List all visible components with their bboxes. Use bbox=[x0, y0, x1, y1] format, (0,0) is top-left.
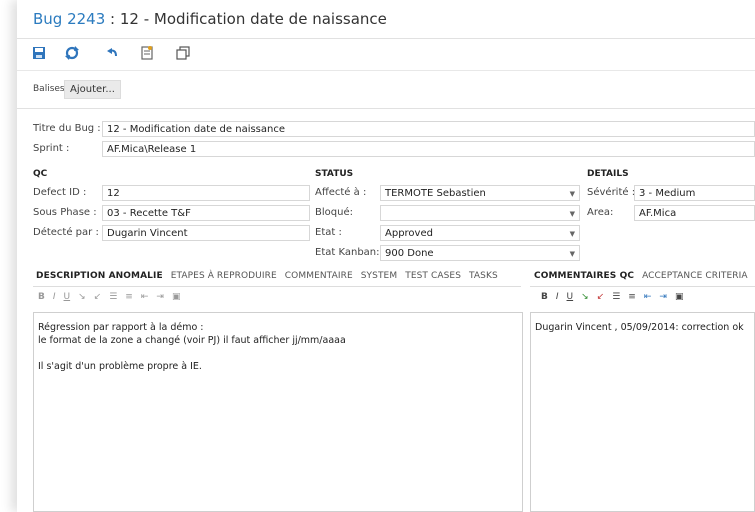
blocked-label: Bloqué: bbox=[315, 207, 353, 218]
state-select[interactable]: Approved ▼ bbox=[380, 225, 580, 241]
indent-icon[interactable]: ⇥ bbox=[156, 292, 164, 302]
save-icon[interactable] bbox=[31, 45, 47, 61]
numbered-list-icon[interactable]: ≡ bbox=[125, 292, 133, 302]
detected-by-label: Détecté par : bbox=[33, 227, 99, 238]
font-color-icon[interactable]: ↙ bbox=[597, 292, 605, 302]
title-separator: : bbox=[105, 10, 120, 28]
assigned-to-label: Affecté à : bbox=[315, 187, 367, 198]
bullet-list-icon[interactable]: ☰ bbox=[612, 292, 620, 302]
format-toolbar-left: B I U ↘ ↙ ☰ ≡ ⇤ ⇥ ▣ bbox=[38, 292, 188, 306]
copy-icon[interactable] bbox=[175, 45, 191, 61]
numbered-list-icon[interactable]: ≡ bbox=[628, 292, 636, 302]
assigned-to-value: TERMOTE Sebastien bbox=[385, 188, 486, 199]
italic-icon[interactable]: I bbox=[53, 292, 56, 302]
tab-divider bbox=[33, 286, 521, 287]
kanban-state-label: Etat Kanban: bbox=[315, 247, 380, 258]
chevron-down-icon[interactable]: ▼ bbox=[570, 186, 575, 200]
refresh-icon[interactable] bbox=[64, 45, 80, 61]
tab-acceptance-criteria[interactable]: ACCEPTANCE CRITERIA bbox=[642, 271, 748, 281]
bug-id-link[interactable]: Bug 2243 bbox=[33, 10, 105, 28]
qc-header: QC bbox=[33, 169, 48, 179]
area-field[interactable]: AF.Mica bbox=[634, 205, 755, 221]
severity-label: Sévérité : bbox=[587, 187, 636, 198]
sprint-label: Sprint : bbox=[33, 143, 70, 154]
description-line: Régression par rapport à la démo : bbox=[38, 322, 204, 333]
bug-title-field[interactable]: 12 - Modification date de naissance bbox=[102, 121, 755, 137]
bullet-list-icon[interactable]: ☰ bbox=[109, 292, 117, 302]
assigned-to-select[interactable]: TERMOTE Sebastien ▼ bbox=[380, 185, 580, 201]
highlight-icon[interactable]: ↘ bbox=[78, 292, 86, 302]
area-label: Area: bbox=[587, 207, 614, 218]
chevron-down-icon[interactable]: ▼ bbox=[570, 226, 575, 240]
description-editor[interactable]: Régression par rapport à la démo : le fo… bbox=[33, 312, 523, 512]
sub-phase-label: Sous Phase : bbox=[33, 207, 97, 218]
kanban-state-select[interactable]: 900 Done ▼ bbox=[380, 245, 580, 261]
outdent-icon[interactable]: ⇤ bbox=[141, 292, 149, 302]
bug-title-label: Titre du Bug : bbox=[33, 123, 101, 134]
comment-line: Dugarin Vincent , 05/09/2014: correction… bbox=[535, 322, 744, 333]
font-color-icon[interactable]: ↙ bbox=[94, 292, 102, 302]
state-value: Approved bbox=[385, 228, 433, 239]
undo-icon[interactable] bbox=[105, 45, 121, 61]
attach-icon[interactable] bbox=[139, 45, 155, 61]
outdent-icon[interactable]: ⇤ bbox=[644, 292, 652, 302]
indent-icon[interactable]: ⇥ bbox=[659, 292, 667, 302]
status-header: STATUS bbox=[315, 169, 354, 179]
state-label: Etat : bbox=[315, 227, 342, 238]
tab-divider bbox=[530, 286, 755, 287]
tab-steps[interactable]: ETAPES À REPRODUIRE bbox=[171, 271, 277, 281]
tags-label: Balises bbox=[33, 84, 65, 94]
description-spacer bbox=[38, 347, 518, 360]
add-tag-button[interactable]: Ajouter... bbox=[64, 80, 121, 99]
defect-id-label: Defect ID : bbox=[33, 187, 87, 198]
image-icon[interactable]: ▣ bbox=[172, 292, 181, 302]
underline-icon[interactable]: U bbox=[567, 292, 574, 302]
work-item-title: Bug 2243 : 12 - Modification date de nai… bbox=[33, 10, 387, 28]
tab-comment[interactable]: COMMENTAIRE bbox=[285, 271, 353, 281]
title-bar: Bug 2243 : 12 - Modification date de nai… bbox=[17, 0, 755, 39]
chevron-down-icon[interactable]: ▼ bbox=[570, 206, 575, 220]
tab-system[interactable]: SYSTEM bbox=[361, 271, 397, 281]
highlight-icon[interactable]: ↘ bbox=[581, 292, 589, 302]
blocked-select[interactable]: ▼ bbox=[380, 205, 580, 221]
defect-id-field[interactable]: 12 bbox=[102, 185, 310, 201]
details-header: DETAILS bbox=[587, 169, 629, 179]
severity-select[interactable]: 3 - Medium bbox=[634, 185, 755, 201]
tab-tasks[interactable]: TASKS bbox=[469, 271, 498, 281]
description-line: le format de la zone a changé (voir PJ) … bbox=[38, 335, 346, 346]
description-line: Il s'agit d'un problème propre à IE. bbox=[38, 361, 202, 372]
bug-title-text: 12 - Modification date de naissance bbox=[119, 10, 387, 28]
toolbar bbox=[17, 38, 755, 71]
tab-test-cases[interactable]: TEST CASES bbox=[405, 271, 461, 281]
format-toolbar-right: B I U ↘ ↙ ☰ ≡ ⇤ ⇥ ▣ bbox=[541, 292, 691, 306]
qc-comments-editor[interactable]: Dugarin Vincent , 05/09/2014: correction… bbox=[530, 312, 755, 512]
tab-description[interactable]: DESCRIPTION ANOMALIE bbox=[36, 271, 163, 281]
image-icon[interactable]: ▣ bbox=[675, 292, 684, 302]
sprint-field[interactable]: AF.Mica\Release 1 bbox=[102, 141, 755, 157]
tags-row: Balises Ajouter... bbox=[17, 70, 755, 109]
detected-by-field[interactable]: Dugarin Vincent bbox=[102, 225, 310, 241]
underline-icon[interactable]: U bbox=[64, 292, 71, 302]
bold-icon[interactable]: B bbox=[541, 292, 548, 302]
bold-icon[interactable]: B bbox=[38, 292, 45, 302]
tab-qc-comments[interactable]: COMMENTAIRES QC bbox=[534, 271, 634, 281]
chevron-down-icon[interactable]: ▼ bbox=[570, 246, 575, 260]
italic-icon[interactable]: I bbox=[556, 292, 559, 302]
sub-phase-field[interactable]: 03 - Recette T&F bbox=[102, 205, 310, 221]
kanban-state-value: 900 Done bbox=[385, 248, 434, 259]
